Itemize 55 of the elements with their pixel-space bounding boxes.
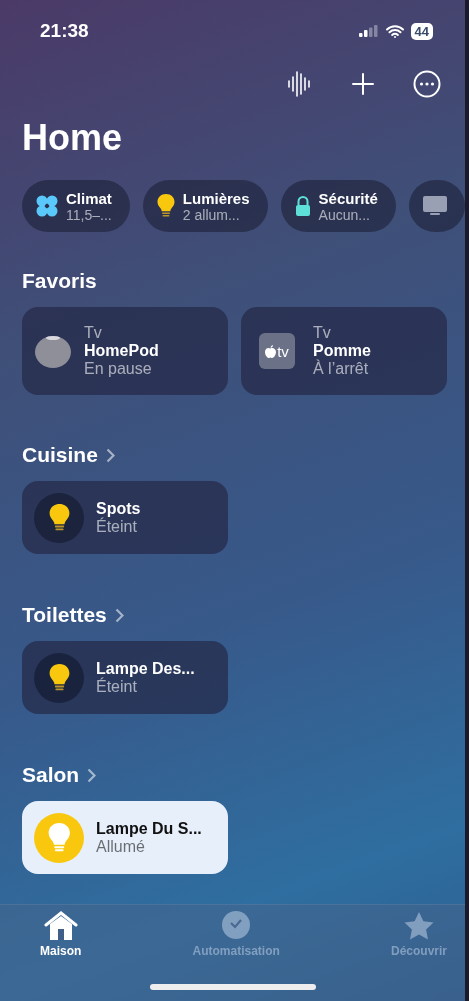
tile-status: Éteint [96, 517, 137, 536]
star-icon [403, 911, 435, 941]
tile-name: Spots [96, 499, 141, 518]
tile-name: Pomme [313, 342, 371, 359]
page-title: Home [22, 118, 124, 158]
bulb-icon [47, 822, 71, 853]
tile-name: HomePod [84, 342, 159, 360]
accessory-tile[interactable]: Spots Éteint [22, 481, 228, 554]
tile-status: À l’arrêt [313, 360, 370, 378]
favorite-tile[interactable]: tv Tv Pomme À l’arrêt [241, 307, 447, 395]
add-button[interactable] [349, 70, 377, 98]
chevron-icon [87, 767, 97, 783]
chevron-icon [114, 607, 124, 623]
tv-icon [422, 196, 447, 216]
house-icon [43, 911, 78, 941]
battery-level: 44 [410, 22, 433, 40]
clock-icon [221, 911, 252, 941]
tile-status: En pause [84, 360, 153, 378]
category-chip[interactable]: Climat 11,5–... [22, 180, 130, 232]
voice-button[interactable] [285, 70, 313, 98]
tile-room: Tv [84, 324, 103, 342]
tile-status: Allumé [96, 837, 146, 856]
room-title[interactable]: Salon [22, 762, 465, 788]
chip-label: Lumières [182, 189, 250, 207]
section-title: Favoris [22, 268, 98, 294]
chip-detail: Aucun... [318, 206, 371, 223]
category-chip[interactable] [408, 180, 465, 232]
accessory-tile[interactable]: Lampe Du S... Allumé [22, 801, 228, 874]
status-time: 21:38 [40, 20, 89, 42]
tile-name: Lampe Des... [96, 659, 195, 678]
chip-label: Climat [66, 189, 112, 207]
chip-label: Sécurité [318, 189, 378, 207]
category-chip[interactable]: Sécurité Aucun... [280, 180, 396, 232]
lock-icon [294, 195, 311, 217]
tv-logo: tv [259, 333, 295, 369]
room-title[interactable]: Cuisine [22, 442, 465, 468]
wifi-icon [385, 24, 404, 38]
fan-icon [36, 195, 58, 217]
chip-detail: 11,5–... [66, 206, 112, 223]
more-button[interactable] [413, 70, 441, 98]
tab[interactable]: Maison [40, 911, 82, 958]
room-title[interactable]: Toilettes [22, 602, 465, 628]
bulb-icon [48, 663, 70, 692]
signal-icon [358, 25, 379, 37]
tile-status: Éteint [96, 677, 137, 696]
speaker-icon [34, 333, 72, 369]
favorite-tile[interactable]: Tv HomePod En pause [22, 307, 228, 395]
bulb-icon [48, 503, 70, 532]
tile-room: Tv [313, 324, 332, 342]
accessory-tile[interactable]: Lampe Des... Éteint [22, 641, 228, 714]
chevron-icon [105, 447, 115, 463]
chip-detail: 2 allum... [182, 206, 241, 223]
bulb-icon [156, 194, 175, 218]
category-chip[interactable]: Lumières 2 allum... [142, 180, 268, 232]
tile-name: Lampe Du S... [96, 819, 202, 838]
